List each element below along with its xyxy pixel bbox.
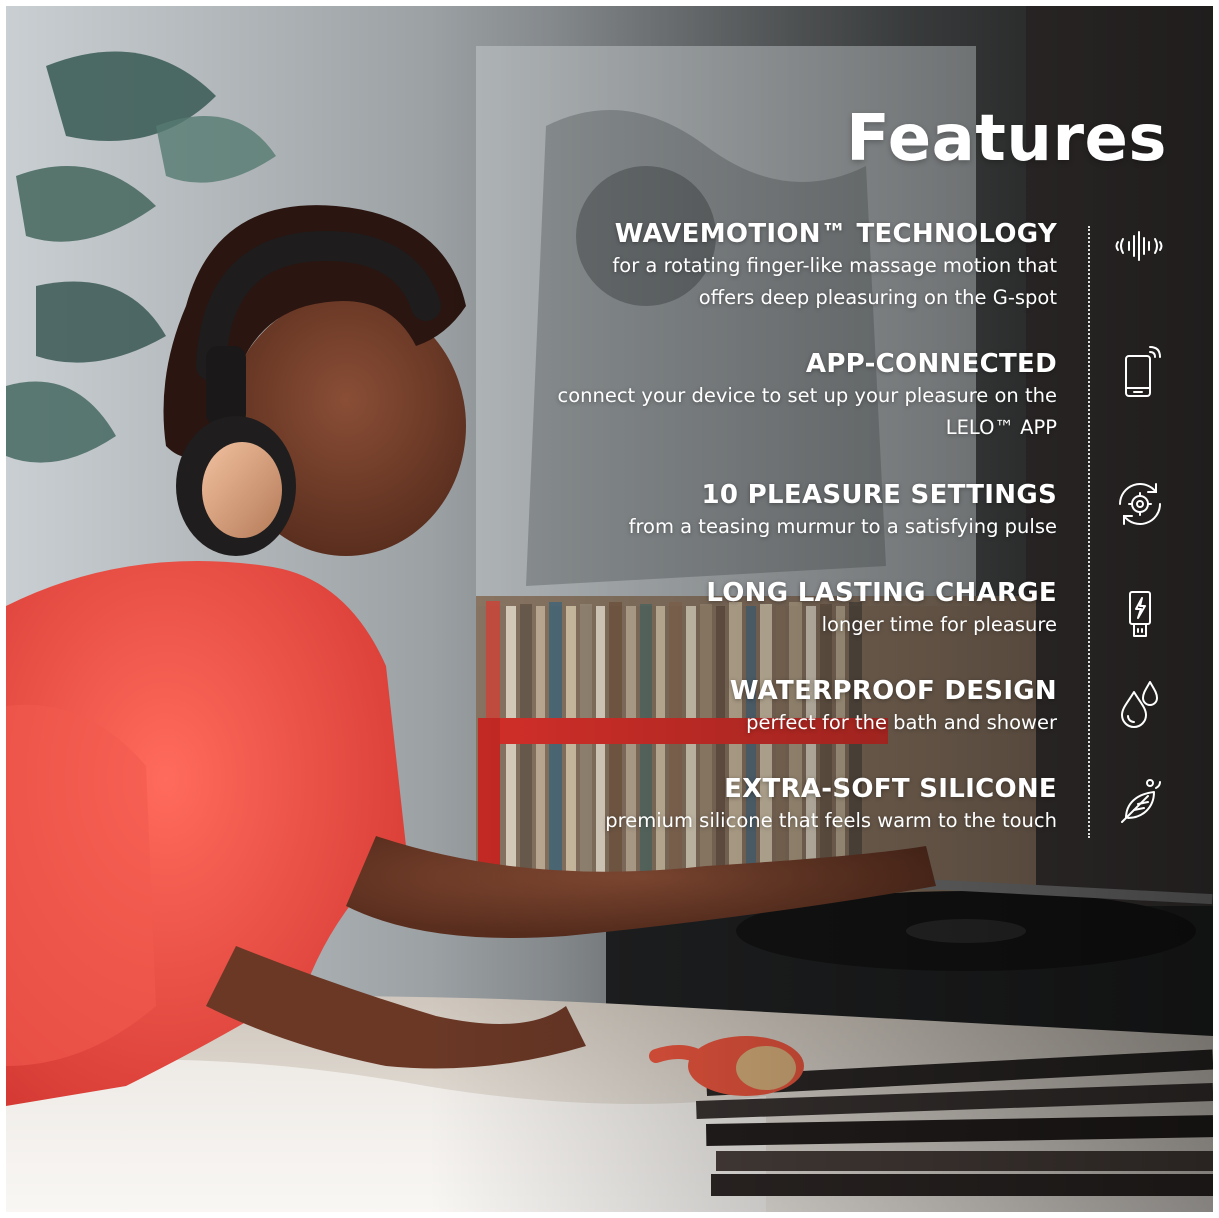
feature-banner: Features WAVEMOTION™ TECHNOLOGY for a ro… bbox=[6, 6, 1213, 1212]
feature-description-line: connect your device to set up your pleas… bbox=[557, 384, 1057, 407]
feature-description-line: from a teasing murmur to a satisfying pu… bbox=[628, 515, 1057, 538]
feature-description-line: for a rotating finger-like massage motio… bbox=[612, 254, 1057, 277]
water-drops-icon bbox=[1110, 674, 1170, 734]
page-title: Features bbox=[846, 102, 1167, 176]
feature-title: LONG LASTING CHARGE bbox=[706, 578, 1057, 608]
feature-item-wavemotion: WAVEMOTION™ TECHNOLOGY for a rotating fi… bbox=[437, 218, 1057, 314]
feature-description-line: perfect for the bath and shower bbox=[746, 711, 1057, 734]
feature-title: WATERPROOF DESIGN bbox=[729, 676, 1057, 706]
usb-charge-icon bbox=[1110, 582, 1170, 642]
settings-cycle-icon bbox=[1110, 474, 1170, 534]
feature-description-line: premium silicone that feels warm to the … bbox=[605, 809, 1057, 832]
feature-title: 10 PLEASURE SETTINGS bbox=[701, 480, 1057, 510]
feature-description-line: longer time for pleasure bbox=[821, 613, 1057, 636]
feature-item-pleasure-settings: 10 PLEASURE SETTINGS from a teasing murm… bbox=[437, 479, 1057, 543]
feature-title: APP-CONNECTED bbox=[805, 349, 1057, 379]
feature-title: EXTRA-SOFT SILICONE bbox=[724, 774, 1057, 804]
feature-title: WAVEMOTION™ TECHNOLOGY bbox=[614, 219, 1057, 249]
smartphone-signal-icon bbox=[1110, 342, 1170, 402]
feature-item-extra-soft-silicone: EXTRA-SOFT SILICONE premium silicone tha… bbox=[437, 773, 1057, 837]
feature-item-waterproof: WATERPROOF DESIGN perfect for the bath a… bbox=[437, 675, 1057, 739]
feature-divider bbox=[1088, 226, 1090, 838]
feather-icon bbox=[1110, 772, 1170, 832]
feature-description-line: offers deep pleasuring on the G-spot bbox=[698, 286, 1057, 309]
feature-item-app-connected: APP-CONNECTED connect your device to set… bbox=[437, 348, 1057, 444]
feature-description-line: LELO™ APP bbox=[945, 416, 1057, 439]
feature-item-long-lasting-charge: LONG LASTING CHARGE longer time for plea… bbox=[437, 577, 1057, 641]
wave-motion-icon bbox=[1110, 216, 1170, 276]
